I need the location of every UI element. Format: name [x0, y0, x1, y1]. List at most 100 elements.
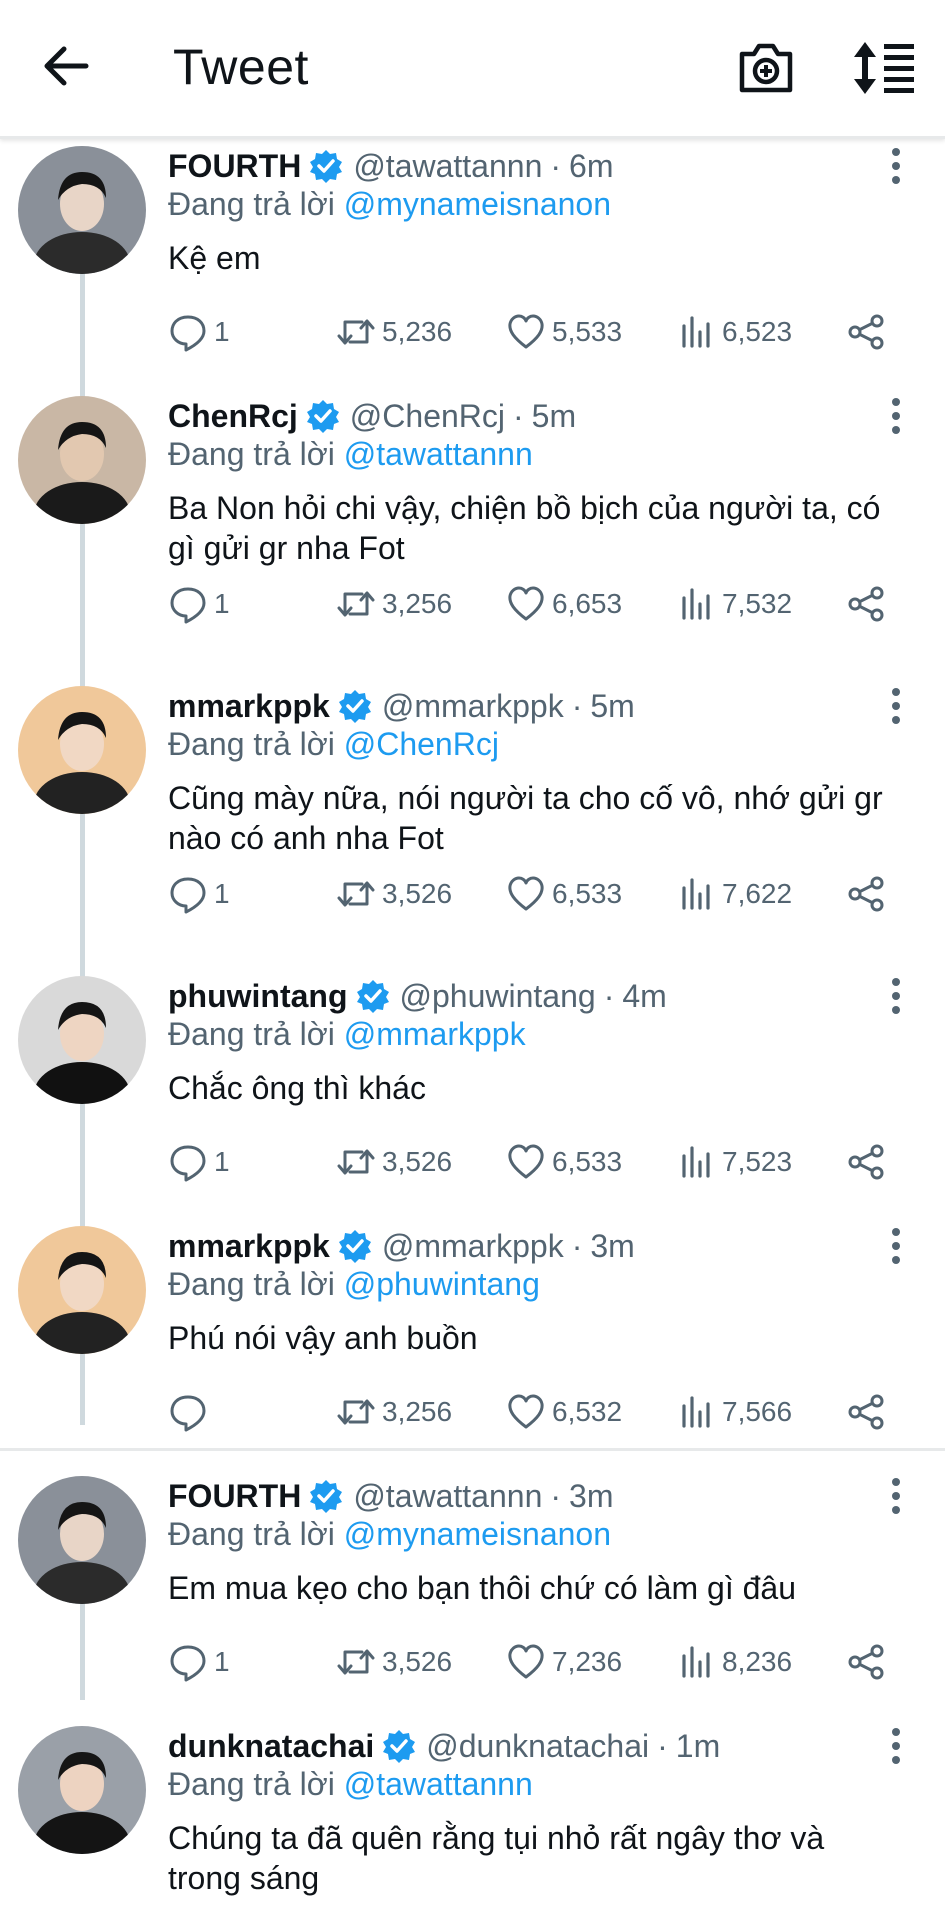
user-handle[interactable]: @mmarkppk: [382, 1228, 564, 1265]
like-count: 5,533: [552, 316, 623, 347]
replying-to: Đang trả lời @mmarkppk: [168, 1016, 526, 1053]
tweet-text: Cũng mày nữa, nói người ta cho cố vô, nh…: [168, 780, 883, 856]
like-button[interactable]: 6,533: [506, 870, 622, 918]
retweet-count: 3,526: [382, 1146, 453, 1177]
avatar[interactable]: [18, 1476, 146, 1604]
avatar[interactable]: [18, 146, 146, 274]
more-options-icon[interactable]: [876, 394, 916, 438]
mention-link[interactable]: @phuwintang: [344, 1266, 540, 1302]
like-button[interactable]: 7,236: [506, 1638, 622, 1686]
user-handle[interactable]: @tawattannn: [353, 1478, 542, 1515]
reply-button[interactable]: 1: [168, 580, 230, 628]
user-handle[interactable]: @dunknatachai: [426, 1728, 649, 1765]
thread-line: [80, 1596, 85, 1700]
views-button[interactable]: 7,532: [676, 580, 792, 628]
reply-button[interactable]: 1: [168, 1138, 230, 1186]
tweet-header: dunknatachai @dunknatachai · 1m: [168, 1724, 720, 1768]
retweet-button[interactable]: 3,526: [336, 1638, 452, 1686]
retweet-button[interactable]: 3,526: [336, 1138, 452, 1186]
reply-button[interactable]: 1: [168, 308, 230, 356]
replying-to-label: Đang trả lời: [168, 726, 335, 762]
more-options-icon[interactable]: [876, 1474, 916, 1518]
views-count: 7,566: [722, 1396, 793, 1427]
retweet-button[interactable]: 5,236: [336, 308, 452, 356]
mention-link[interactable]: @tawattannn: [344, 436, 533, 472]
more-options-icon[interactable]: [876, 1724, 916, 1768]
verified-badge-icon: [310, 1480, 343, 1513]
like-button[interactable]: 6,532: [506, 1388, 622, 1436]
share-button[interactable]: [846, 580, 886, 628]
like-count: 6,532: [552, 1396, 623, 1427]
heart-icon: [508, 1394, 544, 1429]
views-count: 6,523: [722, 316, 793, 347]
replying-to-label: Đang trả lời: [168, 1016, 335, 1052]
analytics-icon: [682, 1396, 710, 1428]
like-count: 7,236: [552, 1646, 623, 1677]
display-name[interactable]: ChenRcj: [168, 398, 298, 435]
views-button[interactable]: 7,622: [676, 870, 792, 918]
share-button[interactable]: [846, 870, 886, 918]
retweet-icon: [337, 1399, 375, 1425]
sort-icon[interactable]: [852, 40, 916, 96]
views-button[interactable]: 6,523: [676, 308, 792, 356]
more-options-icon[interactable]: [876, 974, 916, 1018]
views-count: 7,532: [722, 588, 793, 619]
avatar[interactable]: [18, 396, 146, 524]
views-button[interactable]: 7,523: [676, 1138, 792, 1186]
reply-icon: [170, 315, 206, 352]
user-handle[interactable]: @phuwintang: [400, 978, 596, 1015]
replying-to: Đang trả lời @tawattannn: [168, 436, 533, 473]
mention-link[interactable]: @mmarkppk: [344, 1016, 526, 1052]
share-button[interactable]: [846, 308, 886, 356]
reply-count: 1: [214, 316, 230, 347]
user-handle[interactable]: @mmarkppk: [382, 688, 564, 725]
tweet-text: Chắc ông thì khác: [168, 1070, 426, 1106]
avatar-photo: [18, 1476, 146, 1604]
display-name[interactable]: FOURTH: [168, 1478, 301, 1515]
timestamp: 5m: [531, 397, 577, 434]
avatar[interactable]: [18, 1726, 146, 1854]
share-button[interactable]: [846, 1138, 886, 1186]
mention-link[interactable]: @ChenRcj: [344, 726, 499, 762]
mention-link[interactable]: @mynameisnanon: [344, 186, 611, 222]
retweet-button[interactable]: 3,526: [336, 870, 452, 918]
views-button[interactable]: 7,566: [676, 1388, 792, 1436]
views-count: 8,236: [722, 1646, 793, 1677]
avatar[interactable]: [18, 1226, 146, 1354]
like-button[interactable]: 6,533: [506, 1138, 622, 1186]
back-arrow-icon[interactable]: [36, 36, 96, 96]
retweet-button[interactable]: 3,256: [336, 1388, 452, 1436]
retweet-button[interactable]: 3,256: [336, 580, 452, 628]
reply-button[interactable]: 1: [168, 870, 230, 918]
reply-button[interactable]: 1: [168, 1638, 230, 1686]
reply-button[interactable]: [168, 1388, 214, 1436]
display-name[interactable]: FOURTH: [168, 148, 301, 185]
user-handle[interactable]: @ChenRcj: [350, 398, 505, 435]
like-button[interactable]: 6,653: [506, 580, 622, 628]
like-button[interactable]: 5,533: [506, 308, 622, 356]
avatar[interactable]: [18, 976, 146, 1104]
camera-plus-icon[interactable]: [736, 40, 796, 96]
verified-badge-icon: [306, 400, 339, 433]
avatar[interactable]: [18, 686, 146, 814]
display-name[interactable]: phuwintang: [168, 978, 348, 1015]
views-button[interactable]: 8,236: [676, 1638, 792, 1686]
analytics-icon: [682, 316, 710, 348]
replying-to: Đang trả lời @mynameisnanon: [168, 186, 611, 223]
action-bar: 1 3,526 7,236 8,236: [168, 1638, 898, 1686]
user-handle[interactable]: @tawattannn: [353, 148, 542, 185]
display-name[interactable]: dunknatachai: [168, 1728, 374, 1765]
tweet-text: Ba Non hỏi chi vậy, chiện bồ bịch của ng…: [168, 490, 881, 566]
display-name[interactable]: mmarkppk: [168, 688, 330, 725]
display-name[interactable]: mmarkppk: [168, 1228, 330, 1265]
tweet-text: Chúng ta đã quên rằng tụi nhỏ rất ngây t…: [168, 1820, 825, 1896]
share-icon: [848, 1644, 884, 1680]
more-options-icon[interactable]: [876, 684, 916, 728]
share-button[interactable]: [846, 1638, 886, 1686]
separator-dot: ·: [571, 1227, 583, 1264]
more-options-icon[interactable]: [876, 144, 916, 188]
mention-link[interactable]: @mynameisnanon: [344, 1516, 611, 1552]
more-options-icon[interactable]: [876, 1224, 916, 1268]
mention-link[interactable]: @tawattannn: [344, 1766, 533, 1802]
share-button[interactable]: [846, 1388, 886, 1436]
